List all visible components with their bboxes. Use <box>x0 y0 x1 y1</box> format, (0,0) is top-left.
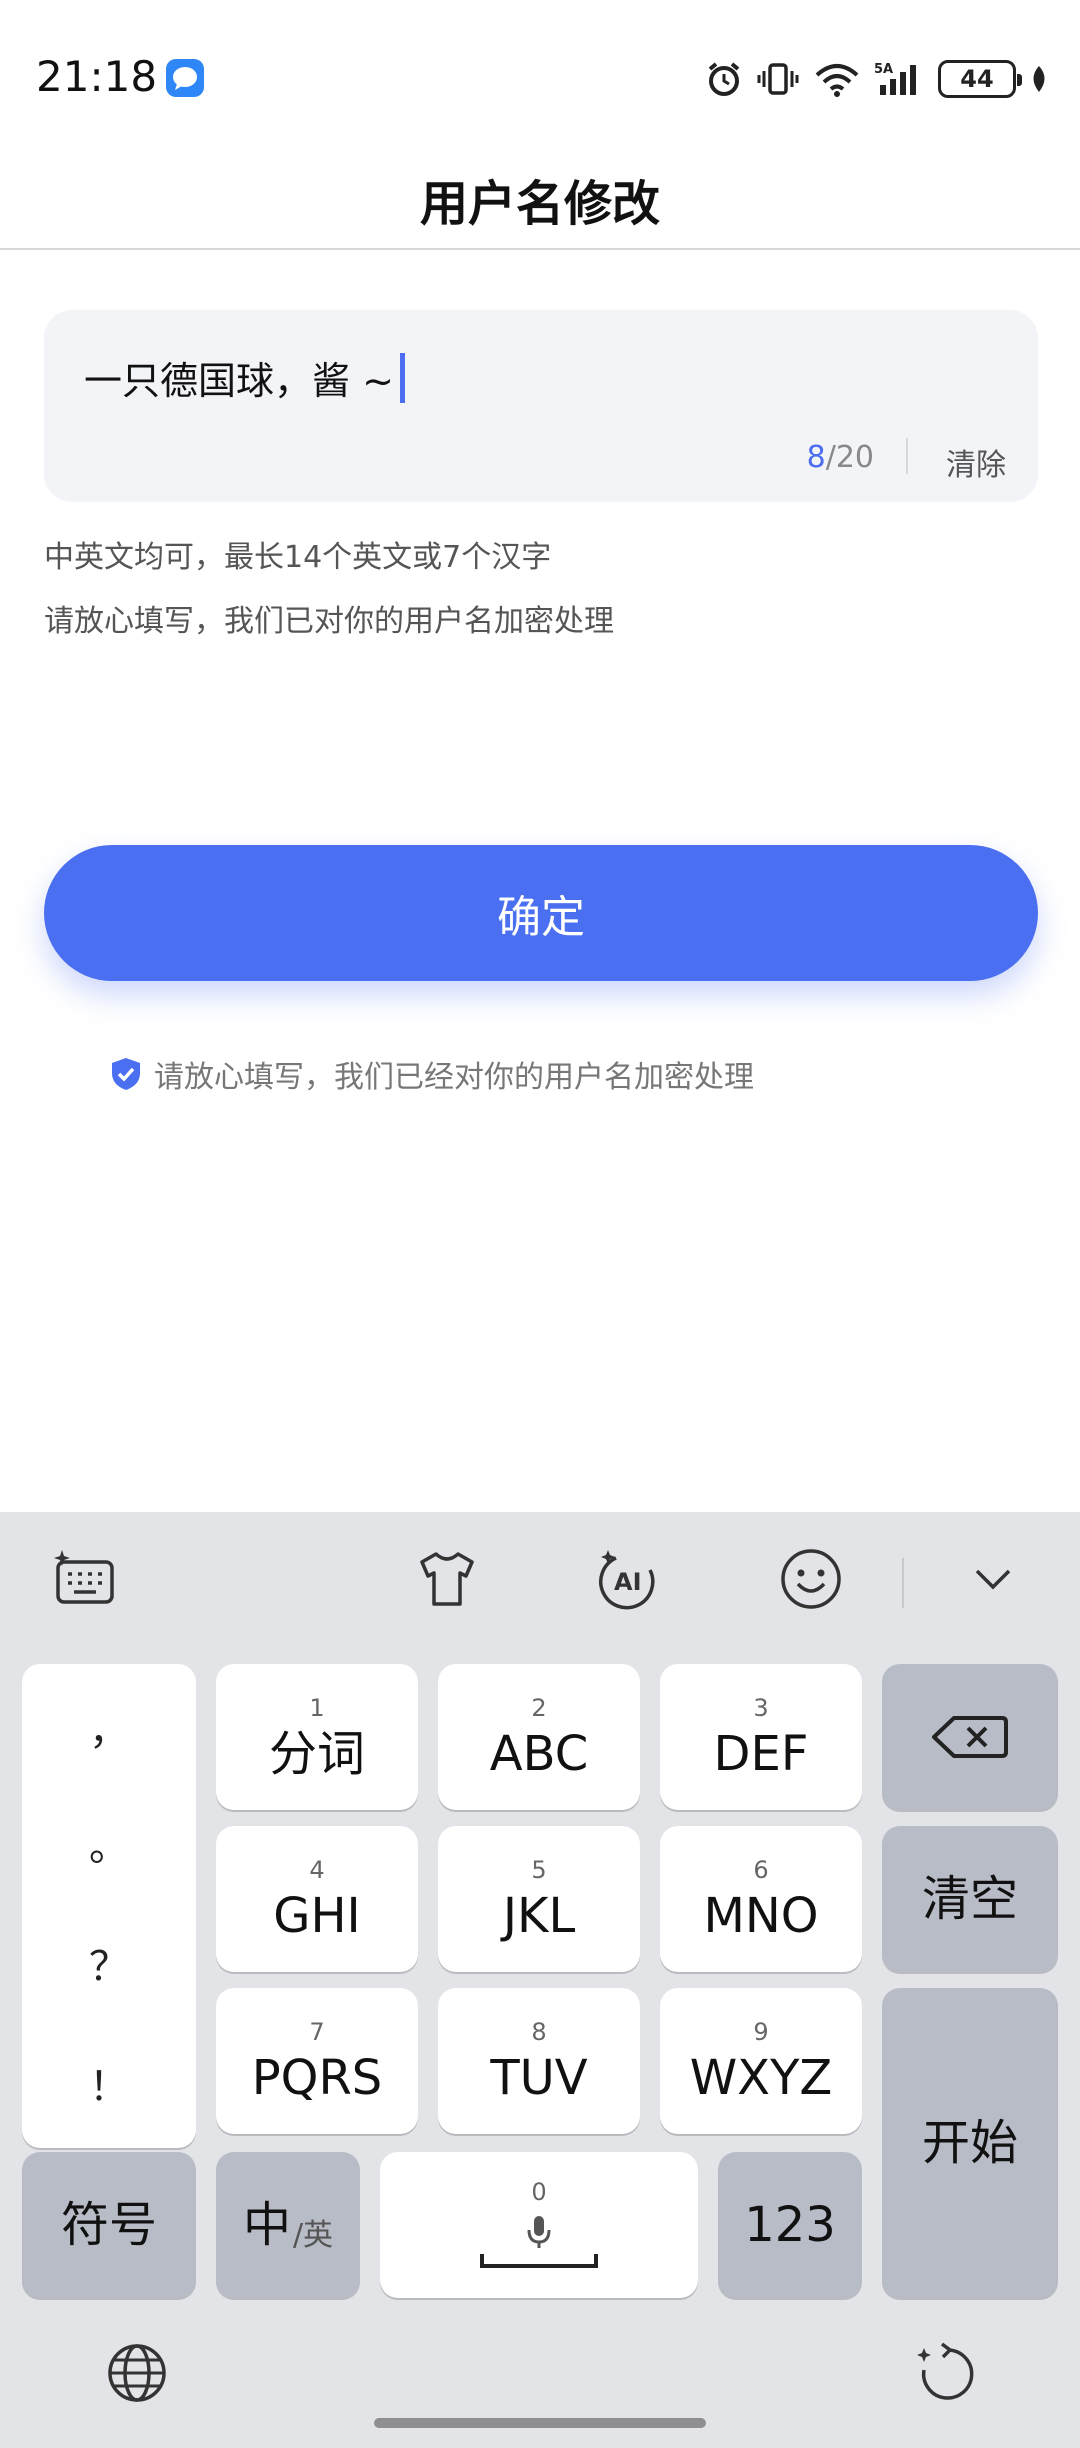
key-label: 中 <box>242 2197 291 2253</box>
status-bar: 21:18 5A 44 <box>0 0 1080 150</box>
ai-assistant-icon[interactable]: AI <box>596 1546 662 1612</box>
keyboard: AI ， 。 ？ ！ 1 分词 2 ABC 3 DEF 4 GHI 5 JKL … <box>0 1512 1080 2448</box>
key-label: JKL <box>502 1888 576 1944</box>
hint-encryption: 请放心填写，我们已对你的用户名加密处理 <box>44 604 614 639</box>
vibrate-icon <box>757 63 799 95</box>
globe-icon[interactable] <box>104 2340 170 2406</box>
key-7-pqrs[interactable]: 7 PQRS <box>216 1988 418 2134</box>
key-number: 4 <box>309 1856 325 1884</box>
key-label: DEF <box>713 1726 809 1782</box>
battery-icon: 44 <box>938 60 1022 98</box>
language-switch-key[interactable]: 中 /英 <box>216 2152 360 2298</box>
punct-period-key[interactable]: 。 <box>22 1814 196 1872</box>
key-number: 8 <box>531 2018 547 2046</box>
status-icons: 5A 44 <box>704 56 1050 102</box>
key-number: 1 <box>309 1694 325 1722</box>
punct-exclaim-key[interactable]: ！ <box>22 2054 196 2112</box>
username-input-value: 一只德国球，酱 ~ <box>84 359 394 403</box>
numbers-key[interactable]: 123 <box>718 2152 862 2298</box>
privacy-note: 请放心填写，我们已经对你的用户名加密处理 <box>110 1052 754 1096</box>
backspace-key[interactable] <box>882 1664 1058 1810</box>
key-8-tuv[interactable]: 8 TUV <box>438 1988 640 2134</box>
key-9-wxyz[interactable]: 9 WXYZ <box>660 1988 862 2134</box>
key-number: 6 <box>753 1856 769 1884</box>
text-cursor <box>399 352 405 403</box>
svg-text:AI: AI <box>614 1568 642 1596</box>
key-label: 清空 <box>921 1871 1018 1927</box>
privacy-note-text: 请放心填写，我们已经对你的用户名加密处理 <box>154 1060 754 1095</box>
char-count-max: /20 <box>825 440 874 475</box>
shield-check-icon <box>112 1058 140 1090</box>
toolbar-divider <box>902 1558 904 1608</box>
collapse-keyboard-chevron-icon[interactable] <box>960 1546 1026 1612</box>
space-key[interactable]: 0 <box>380 2152 698 2298</box>
keyboard-edit-icon[interactable] <box>52 1546 118 1612</box>
key-label: GHI <box>273 1888 361 1944</box>
battery-level: 44 <box>960 65 994 93</box>
status-time: 21:18 <box>36 52 158 101</box>
hint-length: 中英文均可，最长14个英文或7个汉字 <box>44 540 552 575</box>
microphone-icon <box>527 2216 551 2248</box>
confirm-button[interactable]: 确定 <box>44 845 1038 981</box>
symbols-key[interactable]: 符号 <box>22 2152 196 2298</box>
emoji-icon[interactable] <box>778 1546 844 1612</box>
clear-button[interactable]: 清除 <box>946 440 1006 484</box>
key-label: ABC <box>489 1726 589 1782</box>
key-label: WXYZ <box>689 2050 833 2106</box>
key-number: 0 <box>531 2178 547 2206</box>
key-label: 123 <box>744 2197 836 2253</box>
key-label: TUV <box>490 2050 588 2106</box>
message-app-icon <box>166 59 204 97</box>
start-key[interactable]: 开始 <box>882 1988 1058 2298</box>
username-input-card[interactable]: 一只德国球，酱 ~ 8/20 清除 <box>44 310 1038 502</box>
key-2-abc[interactable]: 2 ABC <box>438 1664 640 1810</box>
punct-comma-key[interactable]: ， <box>22 1698 196 1756</box>
key-number: 2 <box>531 1694 547 1722</box>
key-number: 7 <box>309 2018 325 2046</box>
key-3-def[interactable]: 3 DEF <box>660 1664 862 1810</box>
signal-5g-icon: 5A <box>874 62 916 95</box>
key-4-ghi[interactable]: 4 GHI <box>216 1826 418 1972</box>
svg-text:5A: 5A <box>874 62 893 77</box>
punct-question-key[interactable]: ？ <box>22 1934 196 1992</box>
key-label: 符号 <box>60 2197 157 2253</box>
key-label: PQRS <box>251 2050 383 2106</box>
key-label: MNO <box>703 1888 819 1944</box>
skin-tshirt-icon[interactable] <box>414 1546 480 1612</box>
keyboard-toolbar: AI <box>0 1512 1080 1642</box>
page-title: 用户名修改 <box>419 176 660 232</box>
char-count-current: 8 <box>806 440 826 475</box>
key-6-mno[interactable]: 6 MNO <box>660 1826 862 1972</box>
key-5-jkl[interactable]: 5 JKL <box>438 1826 640 1972</box>
home-indicator[interactable] <box>374 2418 706 2428</box>
key-label: 开始 <box>921 2115 1018 2171</box>
key-label: 分词 <box>268 1726 365 1782</box>
alarm-icon <box>708 62 740 96</box>
leaf-icon <box>1033 66 1045 92</box>
page-header: 用户名修改 <box>0 150 1080 250</box>
key-1-fenci[interactable]: 1 分词 <box>216 1664 418 1810</box>
backspace-icon <box>932 1716 1008 1758</box>
char-counter: 8/20 <box>807 440 874 475</box>
clear-all-key[interactable]: 清空 <box>882 1826 1058 1972</box>
space-bar-icon <box>480 2254 598 2268</box>
key-label-alt: /英 <box>292 2218 334 2253</box>
wifi-icon <box>815 64 859 97</box>
key-number: 3 <box>753 1694 769 1722</box>
key-number: 5 <box>531 1856 547 1884</box>
key-number: 9 <box>753 2018 769 2046</box>
counter-divider <box>906 438 908 474</box>
punctuation-column[interactable]: ， 。 ？ ！ <box>22 1664 196 2148</box>
username-input[interactable]: 一只德国球，酱 ~ <box>84 350 405 405</box>
refresh-ai-icon[interactable] <box>910 2340 976 2406</box>
